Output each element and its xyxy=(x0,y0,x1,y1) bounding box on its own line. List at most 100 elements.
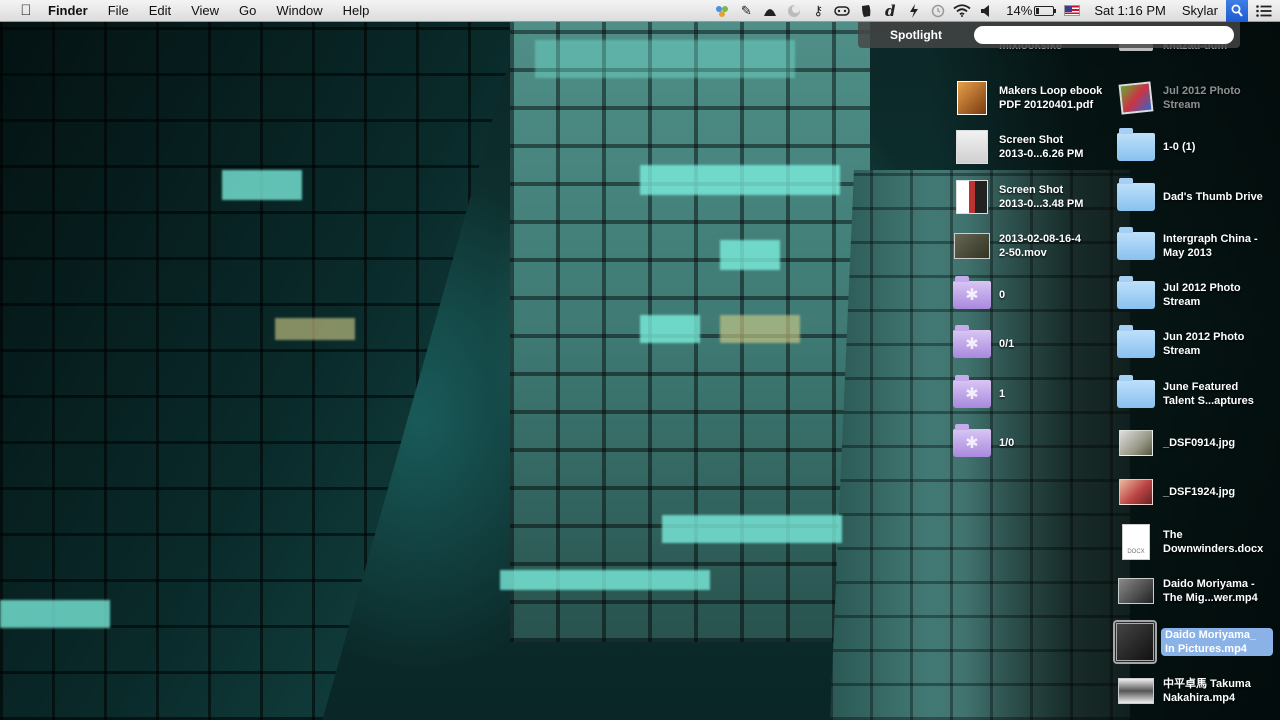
movie-file-icon xyxy=(1117,672,1155,710)
menu-extras: ✎ ⚷ d 14% Sat 1:16 PM Skylar xyxy=(710,0,1280,22)
desktop-item[interactable]: ✱ 0/1 xyxy=(953,321,1111,367)
menu-go[interactable]: Go xyxy=(229,0,266,22)
desktop-item[interactable]: _DSF1924.jpg xyxy=(1117,469,1275,515)
item-label: 0/1 xyxy=(999,338,1015,350)
battery-icon[interactable] xyxy=(1034,5,1057,16)
folder-icon xyxy=(1117,178,1155,216)
spotlight-label: Spotlight xyxy=(890,28,942,42)
desktop-item[interactable]: 1-0 (1) xyxy=(1117,124,1275,170)
desktop-item[interactable]: ✱ 1 xyxy=(953,371,1111,417)
time-machine-icon[interactable] xyxy=(926,0,950,22)
desktop-item[interactable]: June Featured Talent S...aptures xyxy=(1117,371,1275,417)
desktop-item[interactable]: Screen Shot 2013-0...6.26 PM xyxy=(953,124,1111,170)
screenshot-file-icon xyxy=(953,128,991,166)
desktop-item[interactable]: Daido Moriyama - The Mig...wer.mp4 xyxy=(1117,568,1275,614)
desktop-item[interactable]: 2013-02-08-16-4 2-50.mov xyxy=(953,223,1111,269)
item-label-selected: Daido Moriyama_ In Pictures.mp4 xyxy=(1161,628,1273,656)
photo-stream-icon xyxy=(1117,79,1155,117)
item-label: 1/0 xyxy=(999,437,1015,449)
desktop-item-selected[interactable]: Daido Moriyama_ In Pictures.mp4 xyxy=(1113,619,1273,665)
smart-folder-icon: ✱ xyxy=(953,276,991,314)
selection-frame xyxy=(1113,620,1157,664)
apple-menu-icon[interactable]:  xyxy=(14,2,38,19)
item-label: Jul 2012 Photo Stream xyxy=(1163,282,1241,308)
movie-file-icon xyxy=(1117,572,1155,610)
desktop-item[interactable]: _DSF0914.jpg xyxy=(1117,420,1275,466)
fast-user-switch-name[interactable]: Skylar xyxy=(1174,0,1226,22)
desktop-item[interactable]: Makers Loop ebook PDF 20120401.pdf xyxy=(953,75,1111,121)
smart-folder-icon: ✱ xyxy=(953,375,991,413)
folder-icon xyxy=(1117,276,1155,314)
spotlight-magnifier-icon[interactable] xyxy=(1226,0,1248,22)
battery-percent[interactable]: 14% xyxy=(998,0,1034,22)
menu-edit[interactable]: Edit xyxy=(139,0,181,22)
item-label: The Downwinders.docx xyxy=(1163,529,1264,555)
screenshot-file-icon xyxy=(953,178,991,216)
item-label: Dad's Thumb Drive xyxy=(1163,191,1263,203)
gamepad-icon[interactable] xyxy=(830,0,854,22)
item-label: Makers Loop ebook PDF 20120401.pdf xyxy=(999,85,1103,111)
smart-folder-icon: ✱ xyxy=(953,424,991,462)
item-label: _DSF1924.jpg xyxy=(1163,486,1236,498)
item-label: June Featured Talent S...aptures xyxy=(1163,381,1254,407)
keychain-key-icon[interactable]: ⚷ xyxy=(806,0,830,22)
wallpaper-window-light xyxy=(222,170,302,200)
spotlight-search-input[interactable] xyxy=(974,26,1234,44)
menu-clock[interactable]: Sat 1:16 PM xyxy=(1086,0,1174,22)
wallpaper-window-light xyxy=(640,165,840,195)
battery-level-fill xyxy=(1036,7,1040,14)
evernote-clip-icon[interactable]: ✎ xyxy=(734,0,758,22)
image-file-icon xyxy=(1117,473,1155,511)
movie-file-icon xyxy=(1116,623,1154,661)
desktop-item[interactable]: Dad's Thumb Drive xyxy=(1117,174,1280,220)
desktop-item[interactable]: ✱ 1/0 xyxy=(953,420,1111,466)
docx-file-icon: DOCX xyxy=(1117,523,1155,561)
input-source-us-flag-icon[interactable] xyxy=(1064,5,1081,16)
desktop-item[interactable]: Jul 2012 Photo Stream xyxy=(1117,75,1275,121)
evernote-elephant-icon[interactable] xyxy=(854,0,878,22)
image-file-icon xyxy=(1117,424,1155,462)
alfred-hat-icon[interactable] xyxy=(758,0,782,22)
wallpaper-window-light xyxy=(662,515,842,543)
smart-folder-icon: ✱ xyxy=(953,325,991,363)
item-label: 0 xyxy=(999,289,1006,301)
volume-icon[interactable] xyxy=(974,0,998,22)
desktop-item[interactable]: ✱ 0 xyxy=(953,272,1111,318)
item-label: Jul 2012 Photo Stream xyxy=(1163,85,1241,111)
item-label: _DSF0914.jpg xyxy=(1163,437,1236,449)
wallpaper-window-light xyxy=(640,315,700,343)
desktop-item[interactable]: Screen Shot 2013-0...3.48 PM xyxy=(953,174,1111,220)
item-label: Daido Moriyama - The Mig...wer.mp4 xyxy=(1163,578,1258,604)
wifi-icon[interactable] xyxy=(950,0,974,22)
item-label: Screen Shot 2013-0...6.26 PM xyxy=(999,134,1084,160)
menu-bar:  Finder File Edit View Go Window Help ✎… xyxy=(0,0,1280,22)
folder-icon xyxy=(1117,128,1155,166)
item-label: 1-0 (1) xyxy=(1163,141,1196,153)
wallpaper-window-light xyxy=(275,318,355,340)
desktop-item[interactable]: Intergraph China - May 2013 xyxy=(1117,223,1280,269)
wallpaper-window-light xyxy=(500,570,710,590)
desktop-item[interactable]: DOCX The Downwinders.docx xyxy=(1117,519,1275,565)
bluetooth-share-icon[interactable] xyxy=(710,0,734,22)
item-label: 中平卓馬 Takuma Nakahira.mp4 xyxy=(1163,678,1251,704)
item-label: 2013-02-08-16-4 2-50.mov xyxy=(999,233,1081,259)
wallpaper-window-light xyxy=(720,315,800,343)
wallpaper-window-light xyxy=(720,240,780,270)
dictionary-icon[interactable]: d xyxy=(878,0,902,22)
desktop-item[interactable]: Jun 2012 Photo Stream xyxy=(1117,321,1275,367)
menu-help[interactable]: Help xyxy=(333,0,380,22)
sync-status-icon[interactable] xyxy=(782,0,806,22)
power-droplet-icon[interactable] xyxy=(902,0,926,22)
desktop-item[interactable]: 中平卓馬 Takuma Nakahira.mp4 xyxy=(1117,668,1275,714)
menu-file[interactable]: File xyxy=(98,0,139,22)
item-label: Intergraph China - May 2013 xyxy=(1163,233,1258,259)
item-label: Jun 2012 Photo Stream xyxy=(1163,331,1245,357)
notification-center-icon[interactable] xyxy=(1248,0,1280,22)
desktop-item[interactable]: Jul 2012 Photo Stream xyxy=(1117,272,1275,318)
app-menu-finder[interactable]: Finder xyxy=(38,0,98,22)
menu-view[interactable]: View xyxy=(181,0,229,22)
spotlight-bar: Spotlight xyxy=(858,22,1240,48)
movie-file-icon xyxy=(953,227,991,265)
wallpaper-window-light xyxy=(535,40,795,78)
menu-window[interactable]: Window xyxy=(266,0,332,22)
